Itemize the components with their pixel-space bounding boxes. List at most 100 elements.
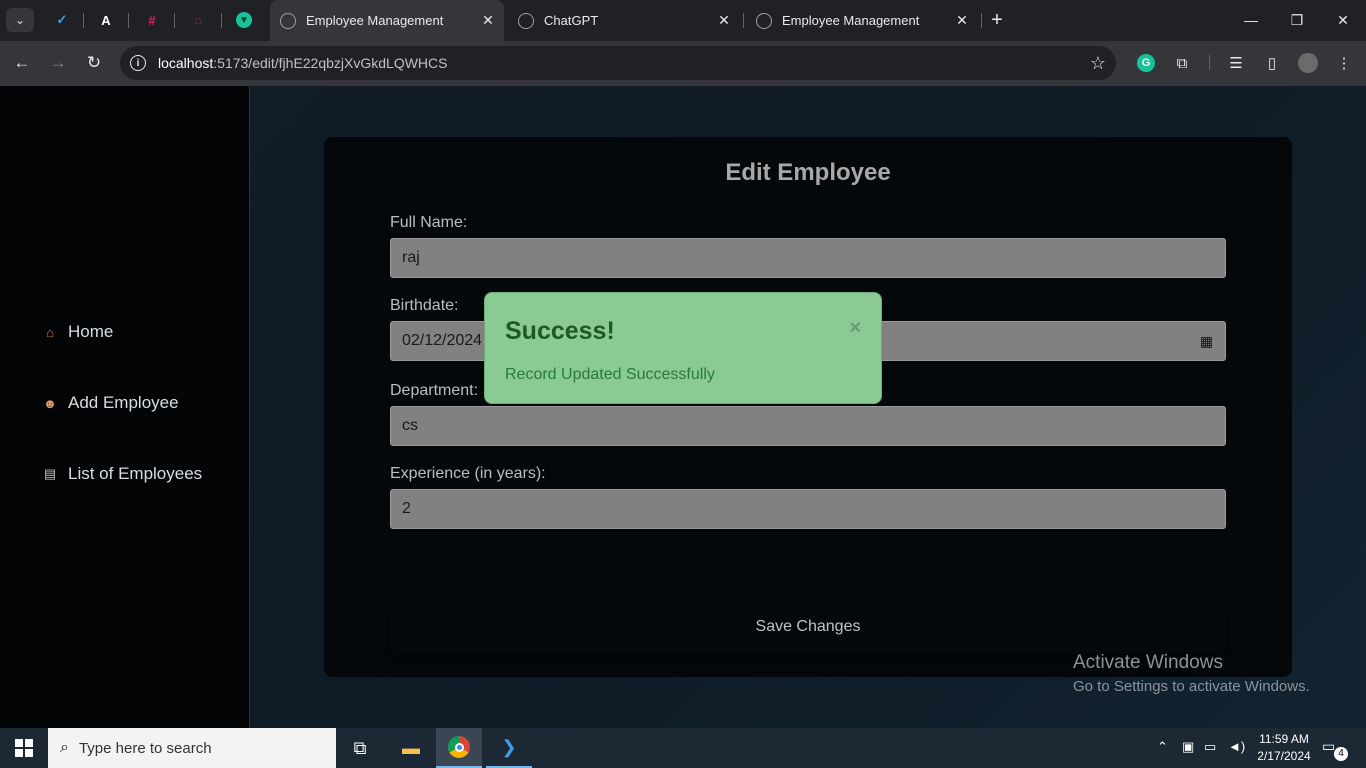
notification-center-button[interactable]: ▭ 4: [1322, 738, 1348, 761]
windows-taskbar: ⌕ Type here to search ⧉ ▬ ❯ ⌃ ▣ ▭ ◄) 11:…: [0, 728, 1366, 768]
close-icon[interactable]: ×: [849, 317, 861, 340]
file-explorer-button[interactable]: ▬: [388, 728, 434, 768]
show-hidden-icons-button[interactable]: ⌃: [1157, 739, 1168, 755]
watermark-subtitle: Go to Settings to activate Windows.: [1073, 678, 1310, 695]
chrome-icon: [448, 736, 470, 758]
menu-button[interactable]: ⋮: [1334, 53, 1354, 73]
full-name-label: Full Name:: [390, 214, 468, 231]
tab-title: ChatGPT: [544, 13, 599, 28]
sidebar-item-label: Add Employee: [68, 393, 179, 412]
sidebar-item-list-of-employees[interactable]: ▤ List of Employees: [42, 464, 202, 484]
pinned-tab-todo[interactable]: ✓: [51, 9, 73, 31]
minimize-button[interactable]: —: [1228, 0, 1274, 40]
toolbar-separator: [1209, 55, 1210, 70]
task-view-button[interactable]: ⧉: [337, 728, 383, 768]
browser-tab-strip: ⌄ ✓ A # ◌ ▼ Employee Management ✕ ChatGP…: [0, 0, 1366, 41]
close-window-button[interactable]: ✕: [1320, 0, 1366, 40]
document-icon: ▤: [43, 466, 57, 481]
tab-title: Employee Management: [782, 13, 920, 28]
tab-separator: [221, 13, 222, 28]
sidebar-item-label: Home: [68, 322, 114, 341]
department-input[interactable]: cs: [390, 406, 1226, 446]
letter-a-icon: A: [101, 12, 111, 28]
tab-search-button[interactable]: ⌄: [6, 8, 34, 32]
sidebar-item-add-employee[interactable]: ☻ Add Employee: [42, 393, 179, 413]
chrome-button[interactable]: [436, 728, 482, 768]
browser-toolbar: ← → ↻ i localhost:5173/edit/fjhE22qbzjXv…: [0, 41, 1366, 86]
circle-dashed-icon: ◌: [194, 12, 202, 28]
tab-separator: [174, 13, 175, 28]
full-name-input[interactable]: raj: [390, 238, 1226, 278]
globe-icon: [280, 12, 296, 29]
calendar-icon[interactable]: ▦: [1200, 333, 1213, 350]
side-panel-button[interactable]: ▯: [1262, 53, 1282, 73]
vue-icon: ▼: [236, 12, 252, 28]
close-icon: ✕: [1337, 11, 1349, 28]
sidebar: ⌂ Home ☻ Add Employee ▤ List of Employee…: [0, 86, 250, 728]
restore-icon: ❐: [1290, 11, 1304, 28]
grammarly-icon: G: [1137, 54, 1155, 72]
checkmark-icon: ✓: [56, 12, 68, 27]
vscode-button[interactable]: ❯: [486, 728, 532, 768]
tab-title: Employee Management: [306, 13, 444, 28]
restore-button[interactable]: ❐: [1274, 0, 1320, 40]
network-icon[interactable]: ▭: [1204, 739, 1216, 755]
save-changes-button[interactable]: Save Changes: [390, 600, 1226, 654]
experience-label: Experience (in years):: [390, 465, 546, 482]
address-bar[interactable]: i localhost:5173/edit/fjhE22qbzjXvGkdLQW…: [120, 46, 1116, 80]
full-name-value: raj: [402, 249, 420, 266]
birthdate-label: Birthdate:: [390, 297, 459, 314]
task-view-icon: ⧉: [353, 737, 367, 758]
extensions-button[interactable]: ⧉: [1172, 53, 1192, 73]
address-url: localhost:5173/edit/fjhE22qbzjXvGkdLQWHC…: [158, 55, 448, 71]
tab-separator: [743, 13, 744, 28]
forward-button[interactable]: →: [46, 51, 70, 75]
back-button[interactable]: ←: [10, 51, 34, 75]
plus-icon: +: [991, 9, 1003, 31]
profile-button[interactable]: [1298, 53, 1318, 73]
volume-icon[interactable]: ◄): [1228, 739, 1245, 754]
tab-employee-management[interactable]: Employee Management ✕: [746, 0, 978, 41]
reload-icon: ↻: [86, 53, 102, 72]
chatgpt-icon: [518, 12, 534, 29]
new-tab-button[interactable]: +: [987, 10, 1007, 30]
tab-employee-management-active[interactable]: Employee Management ✕: [270, 0, 504, 41]
notification-badge: 4: [1334, 747, 1348, 761]
pinned-tab-slack[interactable]: #: [141, 9, 163, 31]
pinned-tab-a[interactable]: A: [95, 9, 117, 31]
globe-icon: [756, 12, 772, 29]
vscode-icon: ❯: [501, 736, 517, 757]
slack-icon: #: [148, 12, 156, 28]
tab-chatgpt[interactable]: ChatGPT ✕: [508, 0, 740, 41]
toast-title: Success!: [505, 317, 615, 345]
tab-separator: [981, 13, 982, 28]
sidebar-item-home[interactable]: ⌂ Home: [42, 322, 113, 342]
chevron-down-icon: ⌄: [14, 13, 26, 27]
bookmark-star-icon[interactable]: ☆: [1090, 53, 1106, 74]
taskbar-search-input[interactable]: ⌕ Type here to search: [48, 728, 336, 768]
reload-button[interactable]: ↻: [82, 51, 106, 75]
success-toast: Success! × Record Updated Successfully: [484, 292, 882, 404]
url-path: :5173/edit/fjhE22qbzjXvGkdLQWHCS: [213, 55, 448, 71]
person-icon: ☻: [43, 395, 57, 411]
arrow-right-icon: →: [49, 53, 67, 72]
experience-value: 2: [402, 500, 411, 517]
media-control-button[interactable]: ☰: [1226, 53, 1246, 73]
kebab-menu-icon: ⋮: [1336, 55, 1352, 72]
grammarly-extension[interactable]: G: [1136, 53, 1156, 73]
close-icon[interactable]: ✕: [954, 12, 970, 29]
site-info-icon[interactable]: i: [130, 55, 146, 71]
playlist-icon: ☰: [1229, 55, 1243, 72]
pinned-tab-loader[interactable]: ◌: [187, 9, 209, 31]
close-icon[interactable]: ✕: [480, 12, 496, 29]
experience-input[interactable]: 2: [390, 489, 1226, 529]
department-value: cs: [402, 417, 418, 434]
meet-now-icon[interactable]: ▣: [1182, 739, 1194, 755]
taskbar-clock[interactable]: 11:59 AM 2/17/2024: [1252, 731, 1316, 765]
birthdate-value: 02/12/2024: [402, 332, 483, 349]
pinned-tab-vue[interactable]: ▼: [233, 9, 255, 31]
close-icon[interactable]: ✕: [716, 12, 732, 29]
side-panel-icon: ▯: [1267, 55, 1277, 72]
page-title: Edit Employee: [725, 159, 891, 186]
start-button[interactable]: [0, 728, 48, 768]
